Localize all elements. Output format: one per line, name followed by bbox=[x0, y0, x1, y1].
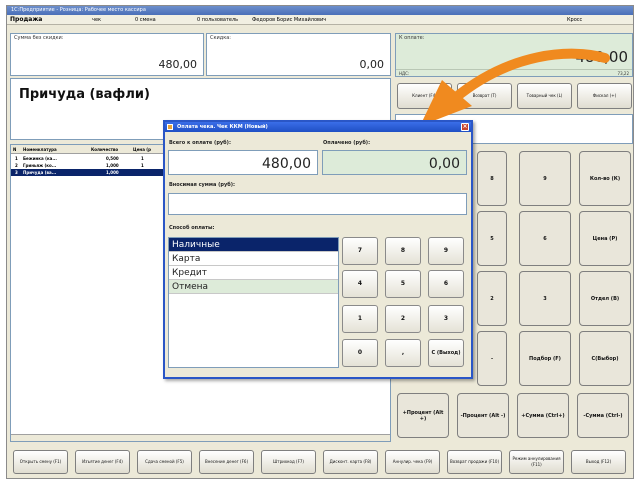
current-product-name: Причуда (вафли) bbox=[19, 87, 150, 102]
key-5[interactable]: 5 bbox=[477, 211, 507, 266]
department-button[interactable]: Отдел (B) bbox=[579, 271, 631, 326]
mode-title: Продажа bbox=[10, 16, 43, 23]
vat-row: НДС: 73,22 bbox=[396, 69, 632, 76]
deposit-cash-button[interactable]: Внесение денег (F6) bbox=[199, 450, 254, 474]
window-titlebar: 1С:Предприятие - Розница: Рабочее место … bbox=[7, 6, 633, 15]
dialog-key-0[interactable]: 0 bbox=[342, 339, 378, 367]
discount-label: Скидка: bbox=[210, 35, 231, 41]
dialog-key-6[interactable]: 6 bbox=[428, 270, 464, 298]
vat-value: 73,22 bbox=[617, 71, 629, 76]
minus-percent-button[interactable]: -Процент (Alt -) bbox=[457, 393, 509, 438]
column-qty: Количество bbox=[91, 147, 119, 152]
dialog-key-1[interactable]: 1 bbox=[342, 305, 378, 333]
payment-method-card[interactable]: Карта bbox=[169, 252, 338, 266]
dialog-entered-label: Вносимая сумма (руб): bbox=[169, 182, 235, 188]
open-shift-button[interactable]: Открыть смену (F1) bbox=[13, 450, 68, 474]
dialog-key-5[interactable]: 5 bbox=[385, 270, 421, 298]
dialog-key-8[interactable]: 8 bbox=[385, 237, 421, 265]
plus-sum-button[interactable]: +Сумма (Ctrl+) bbox=[517, 393, 569, 438]
dialog-key-3[interactable]: 3 bbox=[428, 305, 464, 333]
cancel-receipt-button[interactable]: Аннулир. чека (F9) bbox=[385, 450, 440, 474]
status-check: чек bbox=[92, 17, 102, 23]
dialog-title: Оплата чека. Чек ККМ (Новый) bbox=[177, 124, 268, 130]
dialog-paid-value: 0,00 bbox=[428, 156, 460, 172]
payment-dialog: Оплата чека. Чек ККМ (Новый) × Всего к о… bbox=[163, 120, 473, 379]
minus-sum-button[interactable]: -Сумма (Ctrl-) bbox=[577, 393, 629, 438]
dialog-key-9[interactable]: 9 bbox=[428, 237, 464, 265]
status-extra: Кросс bbox=[567, 17, 583, 23]
shift-change-button[interactable]: Сдача сменой (F5) bbox=[137, 450, 192, 474]
column-name: Номенклатура bbox=[23, 147, 57, 152]
fiscal-button[interactable]: Фискал (+) bbox=[577, 83, 632, 109]
statusbar: Продажа чек 0 смена 0 пользователь Федор… bbox=[7, 15, 633, 25]
select-button[interactable]: Подбор (F) bbox=[519, 331, 571, 386]
dialog-key-7[interactable]: 7 bbox=[342, 237, 378, 265]
dialog-paid-field: 0,00 bbox=[322, 150, 467, 175]
withdraw-cash-button[interactable]: Изъятие денег (F4) bbox=[75, 450, 130, 474]
payment-method-cash[interactable]: Наличные bbox=[169, 238, 338, 252]
column-n: N bbox=[13, 147, 17, 152]
payment-method-label: Способ оплаты: bbox=[169, 225, 215, 231]
to-pay-field: К оплате: 480,00 НДС: 73,22 bbox=[395, 33, 633, 77]
status-cashier: Федоров Борис Михайлович bbox=[252, 17, 327, 23]
status-user: 0 пользователь bbox=[197, 17, 239, 23]
dialog-to-pay-field: 480,00 bbox=[168, 150, 318, 175]
to-pay-value: 480,00 bbox=[575, 48, 629, 66]
to-pay-label: К оплате: bbox=[399, 35, 425, 41]
key-9[interactable]: 9 bbox=[519, 151, 571, 206]
sum-without-discount-label: Сумма без скидки: bbox=[14, 35, 64, 41]
column-price: Цена (р bbox=[133, 147, 151, 152]
key-8[interactable]: 8 bbox=[477, 151, 507, 206]
dialog-to-pay-label: Всего к оплате (руб): bbox=[169, 140, 231, 146]
dialog-key-4[interactable]: 4 bbox=[342, 270, 378, 298]
dialog-key-2[interactable]: 2 bbox=[385, 305, 421, 333]
dialog-app-icon bbox=[167, 124, 173, 130]
key-3[interactable]: 3 bbox=[519, 271, 571, 326]
exit-button[interactable]: Выход (F12) bbox=[571, 450, 626, 474]
dialog-key-comma[interactable]: , bbox=[385, 339, 421, 367]
barcode-button[interactable]: Штрихкод (F7) bbox=[261, 450, 316, 474]
price-button[interactable]: Цена (P) bbox=[579, 211, 631, 266]
clear-select-button[interactable]: С(Выбор) bbox=[579, 331, 631, 386]
sum-without-discount-value: 480,00 bbox=[158, 58, 198, 71]
table-horizontal-scrollbar[interactable] bbox=[11, 434, 390, 441]
payment-method-list[interactable]: Наличные Карта Кредит Отмена bbox=[168, 237, 339, 368]
client-button[interactable]: Клиент (F4) bbox=[397, 83, 452, 109]
status-shift: 0 смена bbox=[135, 17, 156, 23]
key-2[interactable]: 2 bbox=[477, 271, 507, 326]
cancel-mode-button[interactable]: Режим аннулирования (F11) bbox=[509, 450, 564, 474]
quantity-button[interactable]: Кол-во (К) bbox=[579, 151, 631, 206]
discount-field: Скидка: 0,00 bbox=[206, 33, 391, 76]
return-button[interactable]: Возврат (T) bbox=[457, 83, 512, 109]
key-6[interactable]: 6 bbox=[519, 211, 571, 266]
sales-receipt-button[interactable]: Товарный чек (L) bbox=[517, 83, 572, 109]
return-sale-button[interactable]: Возврат продажи (F10) bbox=[447, 450, 502, 474]
payment-method-credit[interactable]: Кредит bbox=[169, 266, 338, 280]
sum-without-discount-field: Сумма без скидки: 480,00 bbox=[10, 33, 204, 76]
dialog-titlebar: Оплата чека. Чек ККМ (Новый) × bbox=[165, 122, 471, 132]
discount-card-button[interactable]: Дисконт. карта (F8) bbox=[323, 450, 378, 474]
dialog-paid-label: Оплачено (руб): bbox=[323, 140, 371, 146]
discount-value: 0,00 bbox=[359, 58, 385, 71]
vat-label: НДС: bbox=[399, 71, 410, 76]
close-icon[interactable]: × bbox=[461, 123, 469, 131]
dialog-to-pay-value: 480,00 bbox=[262, 156, 311, 172]
dialog-key-clear-exit[interactable]: С (Выход) bbox=[428, 339, 464, 367]
entered-amount-input[interactable] bbox=[168, 193, 467, 215]
payment-method-cancel[interactable]: Отмена bbox=[169, 280, 338, 294]
key-minus[interactable]: - bbox=[477, 331, 507, 386]
plus-percent-button[interactable]: +Процент (Alt +) bbox=[397, 393, 449, 438]
